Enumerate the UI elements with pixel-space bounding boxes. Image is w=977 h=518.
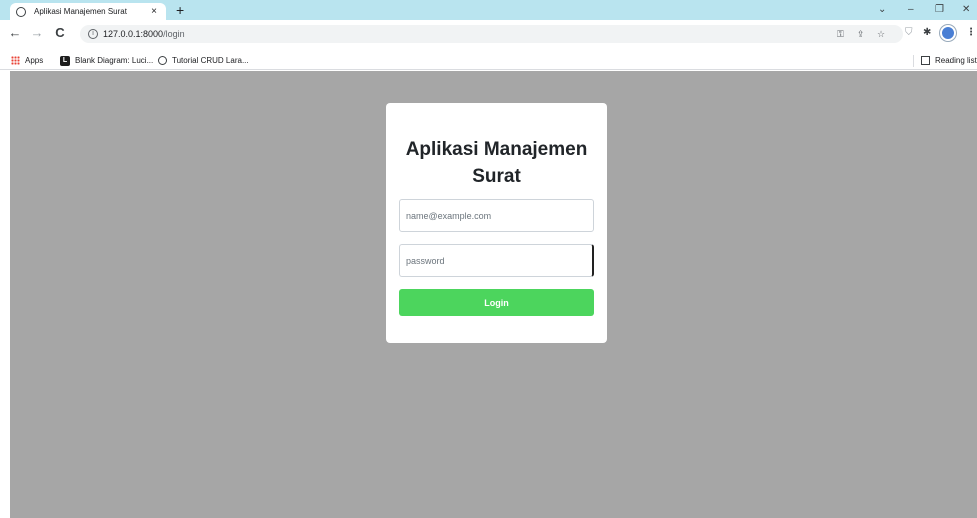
- reading-list-button[interactable]: Reading list: [921, 54, 977, 67]
- address-bar[interactable]: i 127.0.0.1:8000/login ⚿ ⇪ ☆: [80, 25, 903, 43]
- bookmark-lucid[interactable]: L Blank Diagram: Luci...: [60, 54, 153, 67]
- reload-button[interactable]: C: [53, 26, 67, 40]
- back-button[interactable]: ←: [8, 26, 22, 40]
- info-icon[interactable]: i: [88, 29, 98, 39]
- key-icon[interactable]: ⚿: [837, 25, 844, 43]
- close-window-button[interactable]: ✕: [962, 2, 970, 18]
- bookmark-label: Apps: [25, 56, 44, 65]
- shield-icon[interactable]: ⛉: [905, 26, 913, 40]
- bookmark-label: Tutorial CRUD Lara...: [172, 56, 249, 65]
- login-card: Aplikasi Manajemen Surat Login: [386, 103, 607, 343]
- url-text: 127.0.0.1:8000/login: [103, 29, 185, 39]
- bookmarks-bar: Apps L Blank Diagram: Luci... Tutorial C…: [0, 52, 977, 70]
- login-button[interactable]: Login: [399, 289, 594, 316]
- tab-search-icon[interactable]: ⌄: [878, 2, 886, 18]
- page-title: Aplikasi Manajemen Surat: [405, 139, 588, 187]
- tab-strip: Aplikasi Manajemen Surat × + ⌄ – ❐ ✕: [0, 0, 977, 20]
- globe-icon: [16, 6, 26, 17]
- browser-tab[interactable]: Aplikasi Manajemen Surat ×: [10, 3, 166, 20]
- page-viewport: Aplikasi Manajemen Surat Login: [10, 71, 977, 518]
- browser-toolbar: ← → C i 127.0.0.1:8000/login ⚿ ⇪ ☆ ⛉ ✱ ⋮: [0, 20, 977, 52]
- url-host: 127.0.0.1:8000: [103, 29, 164, 39]
- tab-title: Aplikasi Manajemen Surat: [34, 7, 127, 16]
- bookmark-separator: [913, 55, 914, 67]
- reading-list-label: Reading list: [935, 56, 977, 65]
- url-path: /login: [163, 29, 185, 39]
- extensions-icon[interactable]: ✱: [923, 26, 931, 40]
- password-field[interactable]: [399, 244, 594, 277]
- globe-icon: [158, 56, 167, 65]
- restore-button[interactable]: ❐: [935, 2, 944, 18]
- bookmark-tutorial[interactable]: Tutorial CRUD Lara...: [158, 54, 249, 67]
- bookmark-label: Blank Diagram: Luci...: [75, 56, 154, 65]
- avatar[interactable]: [940, 25, 956, 41]
- minimize-button[interactable]: –: [908, 2, 914, 18]
- reading-list-icon: [921, 56, 930, 65]
- email-field[interactable]: [399, 199, 594, 232]
- lucid-icon: L: [60, 55, 70, 66]
- share-icon[interactable]: ⇪: [857, 25, 865, 43]
- menu-icon[interactable]: ⋮: [966, 26, 976, 40]
- star-icon[interactable]: ☆: [877, 25, 885, 43]
- apps-grid-icon: [11, 56, 20, 65]
- tab-close-button[interactable]: ×: [148, 6, 160, 17]
- bookmark-apps[interactable]: Apps: [11, 54, 43, 67]
- new-tab-button[interactable]: +: [176, 2, 184, 18]
- forward-button[interactable]: →: [30, 26, 44, 40]
